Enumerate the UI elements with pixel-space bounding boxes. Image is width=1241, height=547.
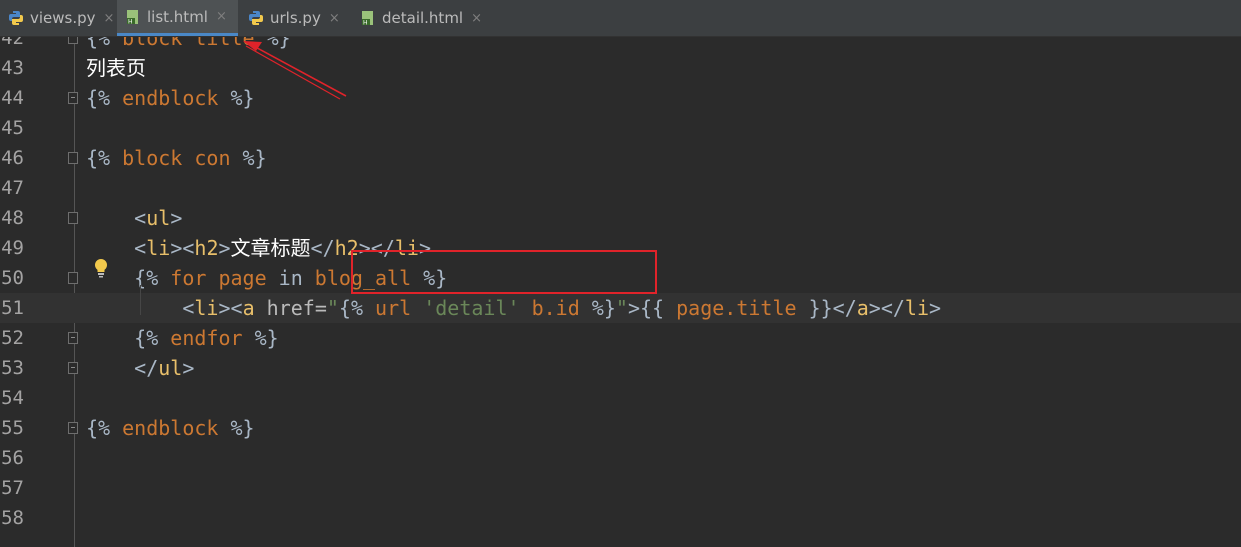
annotation-arrow — [243, 41, 347, 100]
